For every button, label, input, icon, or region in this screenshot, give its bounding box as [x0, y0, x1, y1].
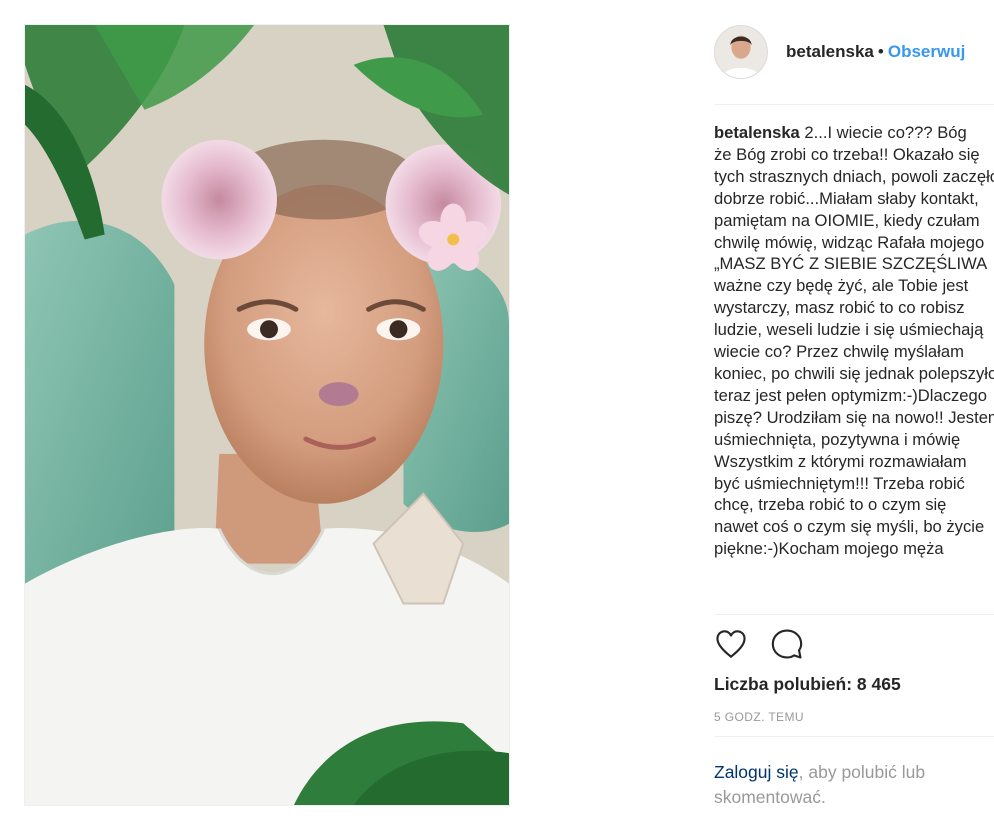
divider [714, 614, 994, 615]
caption-line: piękne:-)Kocham mojego męża [714, 539, 944, 559]
username-link[interactable]: betalenska [786, 42, 874, 61]
post-header: betalenska • Obserwuj [714, 24, 994, 80]
caption-line: ważne czy będę żyć, ale Tobie jest [714, 276, 969, 296]
caption-line: chwilę mówię, widząc Rafała mojego [714, 232, 985, 252]
likes-count[interactable]: Liczba polubień: 8 465 [714, 674, 901, 695]
post-photo[interactable] [24, 24, 510, 806]
login-link[interactable]: Zaloguj się [714, 762, 799, 782]
caption-line: dobrze robić...Miałam słaby kontakt, [714, 188, 979, 208]
caption-line: piszę? Urodziłam się na nowo!! Jestem [714, 407, 994, 427]
caption-line: nawet coś o czym się myśli, bo życie [714, 517, 985, 537]
caption-line: koniec, po chwili się jednak polepszyło [714, 363, 994, 383]
caption-line: ludzie, weseli ludzie i się uśmiechają [714, 320, 984, 340]
post-caption: betalenska 2...I wiecie co??? Bóg że Bóg… [714, 122, 994, 614]
caption-line: teraz jest pełen optymizm:-)Dlaczego [714, 385, 987, 405]
caption-line: wiecie co? Przez chwilę myślałam [714, 342, 964, 362]
avatar[interactable] [714, 25, 768, 79]
caption-line: wystarczy, masz robić to co robisz [714, 298, 965, 318]
caption-line: pamiętam na OIOMIE, kiedy czułam [714, 210, 980, 230]
caption-line: „MASZ BYĆ Z SIEBIE SZCZĘŚLIWA [714, 254, 988, 274]
post-timestamp[interactable]: 5 GODZ. TEMU [714, 710, 804, 724]
separator-dot: • [877, 42, 884, 61]
caption-line: Wszystkim z którymi rozmawiałam [714, 451, 967, 471]
follow-button[interactable]: Obserwuj [888, 42, 965, 61]
selfie-image [25, 25, 509, 805]
divider [714, 104, 994, 105]
comment-icon[interactable] [770, 627, 804, 661]
divider [714, 736, 994, 737]
post-sidebar: betalenska • Obserwuj betalenska 2...I wie… [714, 0, 994, 828]
caption-line: 2...I wiecie co??? Bóg [804, 123, 967, 142]
login-prompt: Zaloguj się, aby polubić lub skomentować… [714, 760, 984, 810]
caption-line: uśmiechnięta, pozytywna i mówię [714, 429, 961, 449]
caption-line: chcę, trzeba robić to o czym się [714, 495, 947, 515]
caption-username[interactable]: betalenska [714, 123, 800, 142]
caption-line: być uśmiechniętym!!! Trzeba robić [714, 473, 965, 493]
heart-icon[interactable] [714, 627, 748, 661]
post-actions [714, 626, 804, 662]
caption-line: że Bóg zrobi co trzeba!! Okazało się [714, 144, 980, 164]
caption-line: tych strasznych dniach, powoli zaczęło [714, 166, 994, 186]
